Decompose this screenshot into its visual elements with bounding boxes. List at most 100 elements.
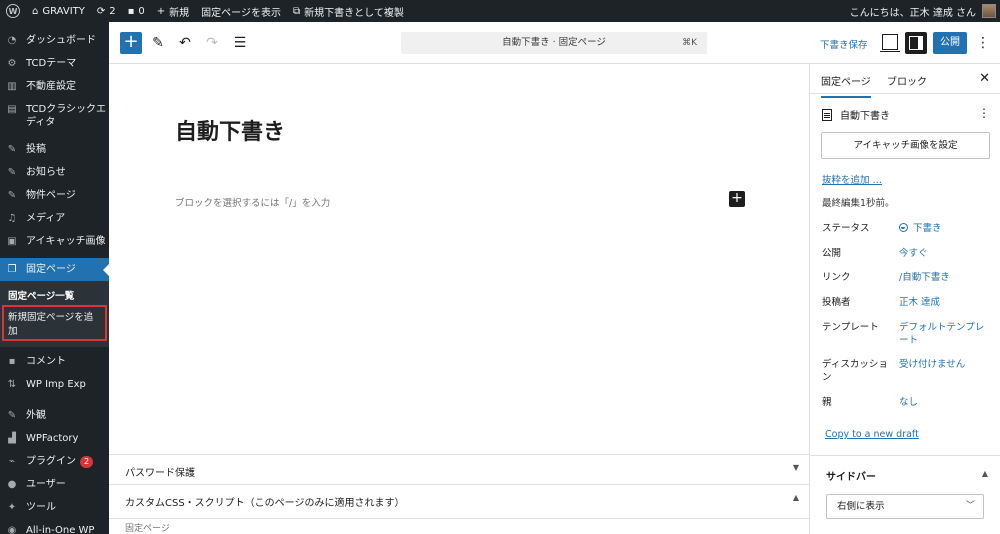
plugins-label: プラグイン bbox=[26, 456, 76, 467]
set-featured-image-button[interactable]: アイキャッチ画像を設定 bbox=[821, 132, 990, 159]
preview-icon[interactable] bbox=[880, 34, 900, 52]
menu-item-tcd-classic-editor[interactable]: ▤ TCDクラシックエディタ bbox=[0, 103, 109, 143]
comment-bubble-icon: ▪ bbox=[127, 5, 135, 17]
row-key: リンク bbox=[822, 272, 851, 283]
menu-label: メディア bbox=[26, 213, 66, 224]
custom-css-metabox[interactable]: カスタムCSS・スクリプト（このページのみに適用されます） ▲ bbox=[109, 484, 809, 518]
menu-item-tcd-theme[interactable]: ⚙ TCDテーマ bbox=[0, 57, 109, 80]
menu-item-users[interactable]: ● ユーザー bbox=[0, 478, 109, 501]
close-icon[interactable]: ✕ bbox=[979, 71, 990, 86]
password-protect-metabox[interactable]: パスワード保護 ▼ bbox=[109, 454, 809, 484]
dashboard-icon: ◔ bbox=[7, 34, 17, 46]
menu-label: All-in-One WP Migration bbox=[26, 525, 95, 534]
template-value[interactable]: デフォルトテンプレート bbox=[899, 321, 989, 347]
sidebar-position-select[interactable]: 右側に表示 ﹀ bbox=[826, 494, 984, 519]
discussion-value[interactable]: 受け付けません bbox=[899, 358, 989, 371]
command-palette-bar[interactable]: 自動下書き · 固定ページ ⌘K bbox=[401, 32, 707, 54]
caret-up-icon[interactable]: ▲ bbox=[982, 469, 988, 478]
page-icon bbox=[822, 108, 832, 121]
view-page-link[interactable]: 固定ページを表示 bbox=[195, 0, 287, 22]
menu-label: ダッシュボード bbox=[26, 35, 96, 46]
my-account-link[interactable]: こんにちは、正木 達成 さん bbox=[850, 0, 996, 22]
submenu-all-pages[interactable]: 固定ページ一覧 bbox=[0, 285, 109, 305]
greeting-text: こんにちは、正木 達成 さん bbox=[849, 7, 976, 19]
redo-icon: ↷ bbox=[206, 35, 218, 51]
caret-up-icon: ▲ bbox=[792, 493, 799, 502]
save-draft-button[interactable]: 下書き保存 bbox=[820, 37, 868, 51]
pin-icon: ✎ bbox=[7, 143, 17, 155]
plus-icon: + bbox=[123, 31, 139, 52]
author-value[interactable]: 正木 達成 bbox=[899, 296, 989, 309]
settings-sidebar-toggle-icon[interactable] bbox=[905, 32, 927, 54]
updates-link[interactable]: ⟳ 2 bbox=[91, 0, 122, 22]
menu-item-plugins[interactable]: ⌁ プラグイン 2 bbox=[0, 455, 109, 478]
metabox-title: パスワード保護 bbox=[125, 468, 195, 479]
undo-button[interactable]: ↶ bbox=[175, 33, 195, 53]
menu-label: TCDクラシックエディタ bbox=[26, 104, 107, 128]
tools-button[interactable]: ✎ bbox=[148, 33, 168, 53]
row-value: 下書き bbox=[913, 223, 942, 234]
new-content-link[interactable]: + 新規 bbox=[151, 0, 195, 22]
home-icon: ⌂ bbox=[32, 5, 39, 17]
menu-item-wpfactory[interactable]: ▟ WPFactory bbox=[0, 432, 109, 455]
document-actions-icon[interactable]: ⋮ bbox=[978, 106, 990, 120]
list-view-icon: ☰ bbox=[233, 35, 247, 51]
menu-item-appearance[interactable]: ✎ 外観 bbox=[0, 409, 109, 432]
duplicate-label: 新規下書きとして複製 bbox=[304, 7, 404, 19]
parent-value[interactable]: なし bbox=[899, 396, 989, 409]
menu-item-media[interactable]: ♫ メディア bbox=[0, 212, 109, 235]
shortcut-hint: ⌘K bbox=[682, 38, 697, 48]
refresh-icon: ⟳ bbox=[96, 5, 106, 17]
pages-submenu: 固定ページ一覧 新規固定ページを追加 bbox=[0, 281, 109, 347]
menu-item-property-pages[interactable]: ✎ 物件ページ bbox=[0, 189, 109, 212]
more-options-icon[interactable]: ⋮ bbox=[975, 33, 991, 53]
menu-item-all-in-one-migration[interactable]: ◉ All-in-One WP Migration bbox=[0, 524, 109, 534]
publish-button[interactable]: 公開 bbox=[933, 32, 967, 54]
submenu-add-new-page[interactable]: 新規固定ページを追加 bbox=[2, 305, 107, 341]
redo-button[interactable]: ↷ bbox=[202, 33, 222, 53]
import-export-icon: ⇅ bbox=[7, 378, 17, 390]
menu-label: 固定ページ bbox=[26, 264, 76, 275]
menu-item-realestate-settings[interactable]: ▥ 不動産設定 bbox=[0, 80, 109, 103]
menu-label: 投稿 bbox=[26, 144, 46, 155]
block-inserter-button[interactable]: + bbox=[120, 32, 142, 54]
link-value[interactable]: /自動下書き bbox=[899, 271, 989, 284]
duplicate-draft-link[interactable]: ⧉ 新規下書きとして複製 bbox=[287, 0, 410, 22]
row-key: 投稿者 bbox=[822, 297, 851, 308]
menu-item-comments[interactable]: ▪ コメント bbox=[0, 355, 109, 378]
tab-page[interactable]: 固定ページ bbox=[821, 73, 871, 98]
row-key: ディスカッション bbox=[822, 359, 888, 383]
site-name-link[interactable]: ⌂ GRAVITY bbox=[26, 0, 91, 22]
avatar bbox=[982, 4, 996, 18]
wp-logo-menu[interactable]: W bbox=[0, 0, 26, 22]
add-excerpt-link[interactable]: 抜粋を追加 … bbox=[822, 172, 882, 186]
menu-item-dashboard[interactable]: ◔ ダッシュボード bbox=[0, 34, 109, 57]
pin-icon: ✎ bbox=[7, 166, 17, 178]
row-key: ステータス bbox=[822, 223, 870, 234]
plugin-icon: ⌁ bbox=[8, 455, 16, 467]
menu-item-posts[interactable]: ✎ 投稿 bbox=[0, 143, 109, 166]
menu-item-pages[interactable]: ❐ 固定ページ bbox=[0, 258, 109, 281]
document-overview-button[interactable]: ☰ bbox=[230, 33, 250, 53]
status-value[interactable]: 下書き bbox=[899, 222, 989, 235]
wrench-icon: ✦ bbox=[7, 501, 17, 513]
post-title[interactable]: 自動下書き bbox=[175, 114, 285, 146]
settings-sidebar: 固定ページ ブロック ✕ 自動下書き ⋮ アイキャッチ画像を設定 抜粋を追加 …… bbox=[809, 64, 1000, 534]
menu-label: プラグイン 2 bbox=[26, 455, 94, 468]
pencil-icon: ✎ bbox=[152, 35, 164, 51]
menu-item-news[interactable]: ✎ お知らせ bbox=[0, 166, 109, 189]
comments-link[interactable]: ▪ 0 bbox=[122, 0, 151, 22]
menu-item-tools[interactable]: ✦ ツール bbox=[0, 501, 109, 524]
copy-to-new-draft-link[interactable]: Copy to a new draft bbox=[825, 429, 919, 440]
panel-title[interactable]: サイドバー bbox=[826, 468, 876, 483]
menu-item-featured-image[interactable]: ▣ アイキャッチ画像 bbox=[0, 235, 109, 258]
block-placeholder[interactable]: ブロックを選択するには「/」を入力 bbox=[175, 195, 330, 209]
pin-icon: ✎ bbox=[7, 189, 17, 201]
menu-label: コメント bbox=[26, 356, 66, 367]
menu-item-wp-imp-exp[interactable]: ⇅ WP Imp Exp bbox=[0, 378, 109, 409]
editor-toolbar: + ✎ ↶ ↷ ☰ 自動下書き · 固定ページ ⌘K 下書き保存 公開 ⋮ bbox=[109, 22, 1000, 64]
tab-block[interactable]: ブロック bbox=[887, 73, 927, 88]
inline-add-block-icon[interactable]: + bbox=[729, 191, 745, 207]
row-key: 親 bbox=[822, 397, 832, 408]
publish-value[interactable]: 今すぐ bbox=[899, 247, 989, 260]
